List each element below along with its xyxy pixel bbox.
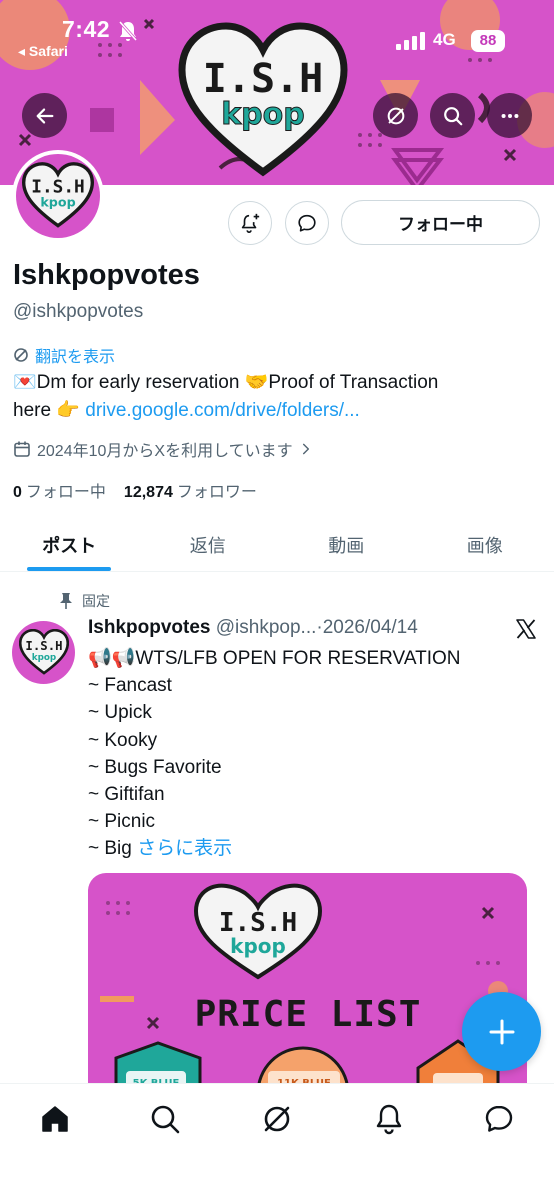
following-count: 0 bbox=[13, 484, 22, 501]
tweet-author-handle[interactable]: @ishkpop... bbox=[216, 617, 317, 638]
bell-plus-icon bbox=[241, 213, 260, 233]
profile-handle: @ishkpopvotes bbox=[13, 301, 144, 322]
bio-line-1: 💌Dm for early reservation 🤝Proof of Tran… bbox=[13, 372, 439, 393]
bio-line-2-prefix: here 👉 bbox=[13, 400, 86, 421]
joined-date[interactable]: 2024年10月からXを利用しています bbox=[13, 437, 313, 461]
grok-icon bbox=[264, 1106, 290, 1132]
grok-icon bbox=[387, 107, 404, 124]
tweet-text: 📢📢WTS/LFB OPEN FOR RESERVATION ~ Fancast… bbox=[88, 645, 528, 863]
search-button[interactable] bbox=[430, 93, 475, 138]
bio-line-2: here 👉 drive.google.com/drive/folders/..… bbox=[13, 397, 533, 425]
follow-stats: 0 フォロー中 12,874 フォロワー bbox=[13, 478, 257, 502]
x-logo-icon bbox=[516, 619, 536, 639]
tweet-line: ~ Kooky bbox=[88, 729, 158, 751]
tweet-header: Ishkpopvotes @ishkpop...·2026/04/14 bbox=[88, 617, 418, 639]
svg-text:kpop: kpop bbox=[40, 195, 75, 210]
tweet-media-image[interactable]: I.S.H kpop 5K BLUE 11K BLUE PRICE LIST bbox=[88, 873, 527, 1103]
bell-icon bbox=[376, 1104, 402, 1135]
back-to-safari[interactable]: ◂ Safari bbox=[18, 43, 68, 60]
following-label: フォロー中 bbox=[25, 484, 106, 501]
followers-count: 12,874 bbox=[123, 484, 173, 501]
bell-muted-icon bbox=[118, 21, 138, 41]
search-icon bbox=[443, 106, 462, 125]
joined-label: 2024年10月からXを利用しています bbox=[37, 443, 293, 460]
message-button[interactable] bbox=[285, 201, 329, 245]
tweet-avatar-logo: I.S.H kpop bbox=[18, 629, 69, 675]
price-list-graphic: I.S.H kpop 5K BLUE 11K BLUE bbox=[100, 883, 508, 1103]
followers-stat[interactable]: 12,874 フォロワー bbox=[124, 478, 257, 502]
tweet-line: ~ Big さらに表示 bbox=[88, 835, 528, 862]
nav-home[interactable] bbox=[38, 1102, 72, 1136]
show-more-link[interactable]: さらに表示 bbox=[137, 838, 232, 859]
bottom-navigation bbox=[0, 1083, 554, 1200]
signal-icon bbox=[396, 32, 425, 50]
chevron-right-icon bbox=[302, 443, 309, 455]
arrow-left-icon bbox=[36, 107, 53, 124]
tweet-author-name[interactable]: Ishkpopvotes bbox=[88, 617, 210, 638]
profile-avatar[interactable]: I.S.H kpop bbox=[12, 150, 104, 242]
price-list-title: PRICE LIST bbox=[194, 994, 422, 1035]
compose-post-button[interactable] bbox=[462, 992, 541, 1071]
followers-label: フォロワー bbox=[176, 484, 257, 501]
following-button[interactable]: フォロー中 bbox=[341, 200, 540, 245]
nav-grok[interactable] bbox=[260, 1102, 294, 1136]
svg-text:kpop: kpop bbox=[31, 653, 56, 663]
tab-replies[interactable]: 返信 bbox=[139, 518, 278, 571]
tab-videos[interactable]: 動画 bbox=[277, 518, 416, 571]
bio-link[interactable]: drive.google.com/drive/folders/... bbox=[85, 400, 360, 421]
tab-posts[interactable]: ポスト bbox=[0, 518, 139, 571]
pinned-label: 固定 bbox=[82, 593, 110, 609]
grok-button[interactable] bbox=[373, 93, 418, 138]
display-name: Ishkpopvotes bbox=[13, 259, 200, 291]
pin-icon bbox=[60, 593, 72, 609]
battery-indicator: 88 bbox=[471, 30, 505, 52]
tab-images[interactable]: 画像 bbox=[416, 518, 554, 571]
tweet-line: ~ Upick bbox=[88, 702, 152, 724]
tweet-date[interactable]: 2026/04/14 bbox=[323, 617, 418, 638]
plus-icon bbox=[489, 1019, 514, 1044]
tweet-line: ~ Giftifan bbox=[88, 784, 165, 806]
svg-text:kpop: kpop bbox=[221, 97, 305, 132]
translate-icon bbox=[14, 348, 28, 362]
more-icon bbox=[501, 113, 518, 118]
tweet-line: ~ Picnic bbox=[88, 811, 156, 833]
status-time: 7:42 bbox=[62, 16, 111, 42]
tweet-last-line: ~ Big bbox=[88, 838, 138, 860]
home-icon bbox=[42, 1106, 68, 1132]
translate-label: 翻訳を表示 bbox=[35, 349, 116, 366]
tweet-line: 📢📢WTS/LFB OPEN FOR RESERVATION bbox=[88, 648, 461, 669]
profile-bio: 💌Dm for early reservation 🤝Proof of Tran… bbox=[13, 369, 533, 425]
avatar-logo: I.S.H kpop bbox=[22, 162, 94, 228]
svg-text:I.S.H: I.S.H bbox=[25, 639, 62, 653]
svg-text:kpop: kpop bbox=[230, 934, 286, 958]
profile-tabs: ポスト 返信 動画 画像 bbox=[0, 518, 554, 572]
notification-subscribe-button[interactable] bbox=[228, 201, 272, 245]
nav-notifications[interactable] bbox=[372, 1102, 406, 1136]
message-bubble-icon bbox=[298, 214, 316, 232]
tweet-avatar[interactable]: I.S.H kpop bbox=[12, 621, 75, 684]
calendar-icon bbox=[14, 441, 30, 457]
nav-search[interactable] bbox=[148, 1102, 182, 1136]
search-icon bbox=[151, 1105, 180, 1134]
network-label: 4G bbox=[433, 30, 456, 49]
following-stat[interactable]: 0 フォロー中 bbox=[13, 478, 106, 502]
more-button[interactable] bbox=[487, 93, 532, 138]
nav-messages[interactable] bbox=[482, 1102, 516, 1136]
status-bar: 7:42 ◂ Safari 4G 88 bbox=[0, 0, 554, 64]
translate-link[interactable]: 翻訳を表示 bbox=[13, 343, 115, 367]
back-button[interactable] bbox=[22, 93, 67, 138]
message-bubble-icon bbox=[485, 1105, 513, 1132]
tweet-line: ~ Bugs Favorite bbox=[88, 756, 222, 778]
tweet-line: ~ Fancast bbox=[88, 675, 172, 697]
pinned-indicator: 固定 bbox=[58, 591, 110, 611]
